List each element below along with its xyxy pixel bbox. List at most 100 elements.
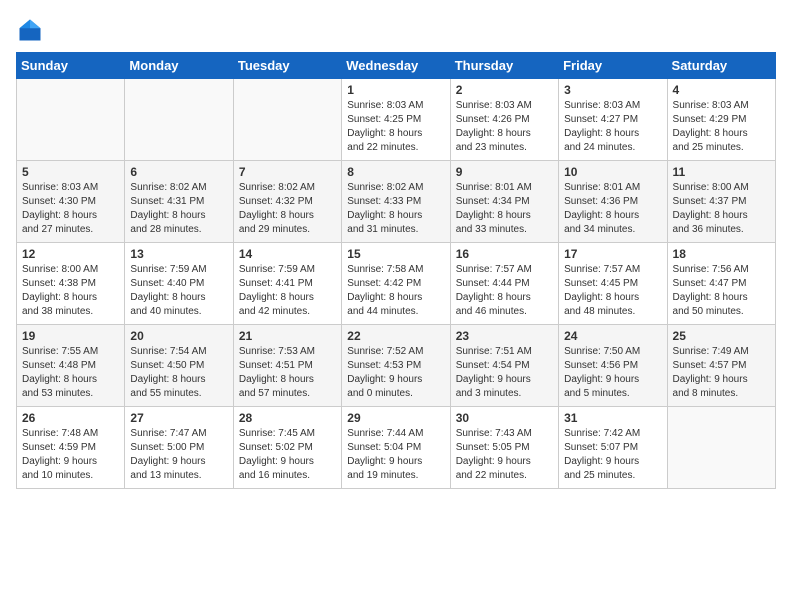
day-number: 16: [456, 247, 553, 261]
day-number: 9: [456, 165, 553, 179]
day-of-week-wednesday: Wednesday: [342, 53, 450, 79]
calendar-cell: 9 Sunrise: 8:01 AM Sunset: 4:34 PM Daylig…: [450, 161, 558, 243]
calendar-week-5: 26Sunrise: 7:48 AM Sunset: 4:59 PM Dayli…: [17, 407, 776, 489]
calendar-cell: 26Sunrise: 7:48 AM Sunset: 4:59 PM Dayli…: [17, 407, 125, 489]
day-number: 4: [673, 83, 770, 97]
calendar-table: SundayMondayTuesdayWednesdayThursdayFrid…: [16, 52, 776, 489]
calendar-cell: [17, 79, 125, 161]
calendar-cell: 2 Sunrise: 8:03 AM Sunset: 4:26 PM Daylig…: [450, 79, 558, 161]
day-info: Sunrise: 7:48 AM Sunset: 4:59 PM Dayligh…: [22, 427, 119, 483]
day-number: 30: [456, 411, 553, 425]
day-number: 15: [347, 247, 444, 261]
day-number: 7: [239, 165, 336, 179]
calendar-cell: [667, 407, 775, 489]
day-number: 18: [673, 247, 770, 261]
calendar-cell: 20Sunrise: 7:54 AM Sunset: 4:50 PM Dayli…: [125, 325, 233, 407]
day-info: Sunrise: 7:57 AM Sunset: 4:44 PM Dayligh…: [456, 263, 553, 319]
days-of-week-row: SundayMondayTuesdayWednesdayThursdayFrid…: [17, 53, 776, 79]
day-info: Sunrise: 7:58 AM Sunset: 4:42 PM Dayligh…: [347, 263, 444, 319]
day-info: Sunrise: 7:45 AM Sunset: 5:02 PM Dayligh…: [239, 427, 336, 483]
day-info: Sunrise: 7:56 AM Sunset: 4:47 PM Dayligh…: [673, 263, 770, 319]
day-number: 13: [130, 247, 227, 261]
day-number: 8: [347, 165, 444, 179]
calendar-cell: 1Sunrise: 8:03 AM Sunset: 4:25 PM Daylig…: [342, 79, 450, 161]
day-info: Sunrise: 7:43 AM Sunset: 5:05 PM Dayligh…: [456, 427, 553, 483]
day-number: 6: [130, 165, 227, 179]
day-number: 1: [347, 83, 444, 97]
calendar-cell: 30 Sunrise: 7:43 AM Sunset: 5:05 PM Dayli…: [450, 407, 558, 489]
calendar-cell: 14 Sunrise: 7:59 AM Sunset: 4:41 PM Dayli…: [233, 243, 341, 325]
calendar-cell: 25Sunrise: 7:49 AM Sunset: 4:57 PM Dayli…: [667, 325, 775, 407]
day-number: 23: [456, 329, 553, 343]
day-info: Sunrise: 7:59 AM Sunset: 4:40 PM Dayligh…: [130, 263, 227, 319]
day-info: Sunrise: 7:47 AM Sunset: 5:00 PM Dayligh…: [130, 427, 227, 483]
day-info: Sunrise: 8:03 AM Sunset: 4:30 PM Dayligh…: [22, 181, 119, 237]
day-number: 21: [239, 329, 336, 343]
day-number: 17: [564, 247, 661, 261]
calendar-week-1: 1Sunrise: 8:03 AM Sunset: 4:25 PM Daylig…: [17, 79, 776, 161]
day-of-week-sunday: Sunday: [17, 53, 125, 79]
day-of-week-saturday: Saturday: [667, 53, 775, 79]
calendar-cell: 28 Sunrise: 7:45 AM Sunset: 5:02 PM Dayli…: [233, 407, 341, 489]
day-number: 28: [239, 411, 336, 425]
day-of-week-friday: Friday: [559, 53, 667, 79]
day-info: Sunrise: 8:01 AM Sunset: 4:34 PM Dayligh…: [456, 181, 553, 237]
calendar-cell: [125, 79, 233, 161]
calendar-cell: 21Sunrise: 7:53 AM Sunset: 4:51 PM Dayli…: [233, 325, 341, 407]
day-of-week-monday: Monday: [125, 53, 233, 79]
day-number: 5: [22, 165, 119, 179]
day-info: Sunrise: 8:02 AM Sunset: 4:32 PM Dayligh…: [239, 181, 336, 237]
day-number: 14: [239, 247, 336, 261]
day-info: Sunrise: 8:02 AM Sunset: 4:33 PM Dayligh…: [347, 181, 444, 237]
calendar-cell: 17 Sunrise: 7:57 AM Sunset: 4:45 PM Dayli…: [559, 243, 667, 325]
day-info: Sunrise: 7:57 AM Sunset: 4:45 PM Dayligh…: [564, 263, 661, 319]
day-number: 20: [130, 329, 227, 343]
calendar-cell: 22 Sunrise: 7:52 AM Sunset: 4:53 PM Dayli…: [342, 325, 450, 407]
calendar-cell: 18 Sunrise: 7:56 AM Sunset: 4:47 PM Dayli…: [667, 243, 775, 325]
calendar-cell: 13 Sunrise: 7:59 AM Sunset: 4:40 PM Dayli…: [125, 243, 233, 325]
calendar-cell: [233, 79, 341, 161]
calendar-cell: 7 Sunrise: 8:02 AM Sunset: 4:32 PM Daylig…: [233, 161, 341, 243]
day-number: 31: [564, 411, 661, 425]
day-number: 11: [673, 165, 770, 179]
day-number: 27: [130, 411, 227, 425]
calendar-cell: 24 Sunrise: 7:50 AM Sunset: 4:56 PM Dayli…: [559, 325, 667, 407]
day-number: 12: [22, 247, 119, 261]
logo-icon: [16, 16, 44, 44]
calendar-cell: 8 Sunrise: 8:02 AM Sunset: 4:33 PM Daylig…: [342, 161, 450, 243]
day-info: Sunrise: 7:44 AM Sunset: 5:04 PM Dayligh…: [347, 427, 444, 483]
day-info: Sunrise: 7:59 AM Sunset: 4:41 PM Dayligh…: [239, 263, 336, 319]
calendar-cell: 4Sunrise: 8:03 AM Sunset: 4:29 PM Daylig…: [667, 79, 775, 161]
day-of-week-thursday: Thursday: [450, 53, 558, 79]
page-container: SundayMondayTuesdayWednesdayThursdayFrid…: [0, 0, 792, 497]
day-number: 29: [347, 411, 444, 425]
calendar-cell: 27 Sunrise: 7:47 AM Sunset: 5:00 PM Dayli…: [125, 407, 233, 489]
calendar-cell: 31 Sunrise: 7:42 AM Sunset: 5:07 PM Dayli…: [559, 407, 667, 489]
calendar-cell: 3Sunrise: 8:03 AM Sunset: 4:27 PM Daylig…: [559, 79, 667, 161]
day-info: Sunrise: 8:01 AM Sunset: 4:36 PM Dayligh…: [564, 181, 661, 237]
day-info: Sunrise: 7:51 AM Sunset: 4:54 PM Dayligh…: [456, 345, 553, 401]
calendar-cell: 6Sunrise: 8:02 AM Sunset: 4:31 PM Daylig…: [125, 161, 233, 243]
day-info: Sunrise: 7:50 AM Sunset: 4:56 PM Dayligh…: [564, 345, 661, 401]
calendar-week-4: 19Sunrise: 7:55 AM Sunset: 4:48 PM Dayli…: [17, 325, 776, 407]
calendar-cell: 11 Sunrise: 8:00 AM Sunset: 4:37 PM Dayli…: [667, 161, 775, 243]
day-number: 24: [564, 329, 661, 343]
logo: [16, 16, 48, 44]
calendar-cell: 12 Sunrise: 8:00 AM Sunset: 4:38 PM Dayli…: [17, 243, 125, 325]
calendar-cell: 10Sunrise: 8:01 AM Sunset: 4:36 PM Dayli…: [559, 161, 667, 243]
day-info: Sunrise: 8:03 AM Sunset: 4:27 PM Dayligh…: [564, 99, 661, 155]
day-info: Sunrise: 8:00 AM Sunset: 4:38 PM Dayligh…: [22, 263, 119, 319]
calendar-cell: 23 Sunrise: 7:51 AM Sunset: 4:54 PM Dayli…: [450, 325, 558, 407]
day-info: Sunrise: 8:03 AM Sunset: 4:26 PM Dayligh…: [456, 99, 553, 155]
day-info: Sunrise: 8:00 AM Sunset: 4:37 PM Dayligh…: [673, 181, 770, 237]
day-number: 19: [22, 329, 119, 343]
day-info: Sunrise: 7:42 AM Sunset: 5:07 PM Dayligh…: [564, 427, 661, 483]
day-info: Sunrise: 7:52 AM Sunset: 4:53 PM Dayligh…: [347, 345, 444, 401]
calendar-cell: 5 Sunrise: 8:03 AM Sunset: 4:30 PM Daylig…: [17, 161, 125, 243]
day-info: Sunrise: 7:49 AM Sunset: 4:57 PM Dayligh…: [673, 345, 770, 401]
calendar-week-2: 5 Sunrise: 8:03 AM Sunset: 4:30 PM Daylig…: [17, 161, 776, 243]
day-number: 22: [347, 329, 444, 343]
day-number: 2: [456, 83, 553, 97]
calendar-cell: 19Sunrise: 7:55 AM Sunset: 4:48 PM Dayli…: [17, 325, 125, 407]
calendar-cell: 16 Sunrise: 7:57 AM Sunset: 4:44 PM Dayli…: [450, 243, 558, 325]
